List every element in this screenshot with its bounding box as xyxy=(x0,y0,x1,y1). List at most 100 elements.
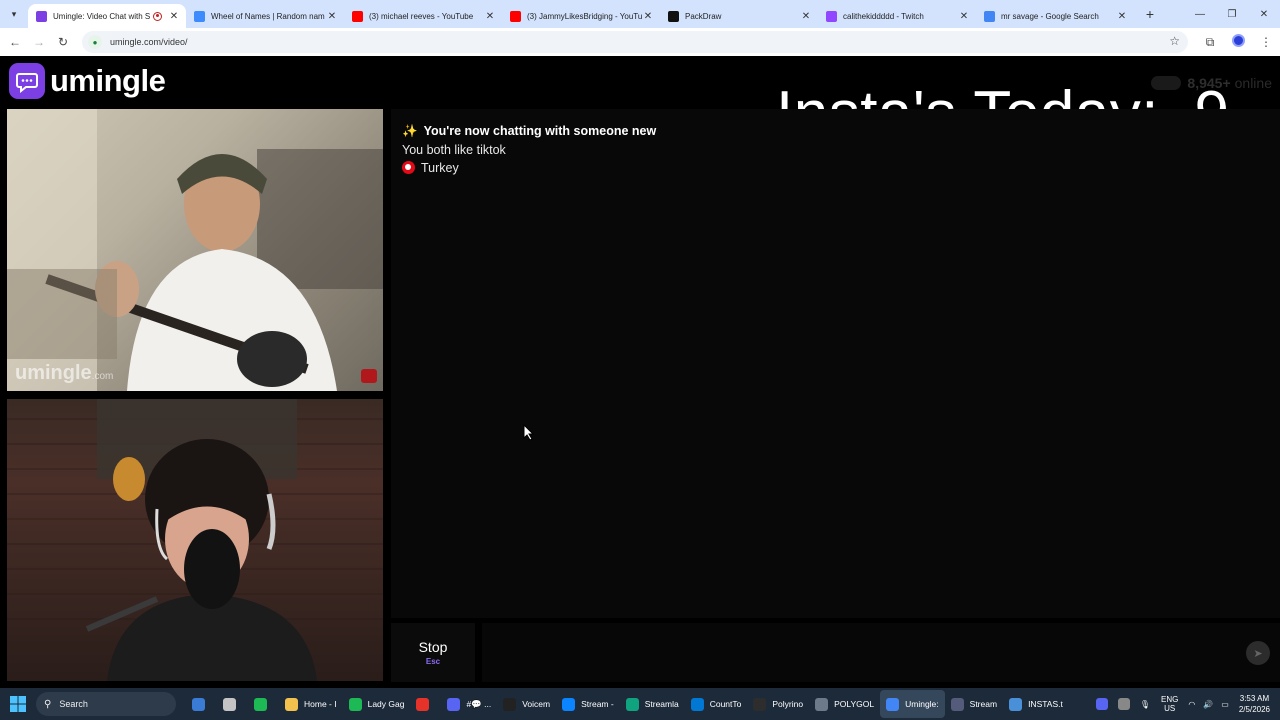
chat-country-line: Turkey xyxy=(402,161,459,175)
lang-top: ENG xyxy=(1161,695,1179,704)
clock-time: 3:53 AM xyxy=(1239,694,1270,703)
taskbar-app-label: #💬 ... xyxy=(466,698,492,709)
tab-close-icon[interactable]: ✕ xyxy=(168,11,180,22)
taskbar-search[interactable]: ⚲ Search xyxy=(36,692,176,716)
taskbar-app-label: CountTo xyxy=(709,699,742,709)
umingle-logo[interactable]: umingle xyxy=(9,63,166,99)
new-tab-button[interactable]: + xyxy=(1138,6,1162,22)
self-video-scene xyxy=(7,399,383,681)
taskbar-app[interactable]: POLYGOL xyxy=(809,690,880,718)
taskbar-app-label: Home - I xyxy=(304,699,337,709)
browser-menu-icon[interactable]: ⋮ xyxy=(1252,35,1280,49)
site-info-icon[interactable]: ● xyxy=(88,35,102,49)
browser-tab[interactable]: PackDraw ✕ xyxy=(660,4,818,28)
close-window-icon[interactable]: ✕ xyxy=(1248,0,1280,28)
taskbar-app[interactable]: #💬 ... xyxy=(441,690,497,718)
address-bar[interactable]: ● umingle.com/video/ ☆ xyxy=(82,31,1188,53)
watermark-text: umingle xyxy=(15,362,92,384)
forward-icon[interactable]: → xyxy=(27,30,51,54)
tab-close-icon[interactable]: ✕ xyxy=(326,11,338,22)
taskbar-app[interactable] xyxy=(186,690,217,718)
tab-title: Umingle: Video Chat with S xyxy=(53,11,151,21)
report-flag-icon[interactable] xyxy=(361,369,377,383)
stop-button[interactable]: Stop Esc xyxy=(391,623,475,682)
taskbar-app-icon xyxy=(503,697,517,711)
taskbar-app[interactable]: INSTAS.t xyxy=(1003,690,1069,718)
taskbar-app[interactable]: Stream - xyxy=(556,690,620,718)
clock-date: 2/5/2026 xyxy=(1238,705,1270,714)
taskbar-app-icon xyxy=(753,697,767,711)
browser-tab[interactable]: Umingle: Video Chat with S ✕ xyxy=(28,4,186,28)
lang-bottom: US xyxy=(1164,704,1176,713)
discord-tray-icon[interactable] xyxy=(1095,698,1108,710)
windows-start-icon[interactable] xyxy=(0,688,36,720)
minimize-icon[interactable]: — xyxy=(1184,0,1216,28)
taskbar-app[interactable]: CountTo xyxy=(685,690,748,718)
profile-avatar[interactable] xyxy=(1224,34,1252,50)
taskbar-app[interactable]: Voicem xyxy=(497,690,556,718)
extensions-icon[interactable]: ⧉ xyxy=(1196,35,1224,50)
stop-shortcut: Esc xyxy=(425,657,441,666)
taskbar-app-icon xyxy=(223,697,236,711)
taskbar-app[interactable]: Lady Gag xyxy=(343,690,411,718)
umingle-watermark: umingle.com xyxy=(15,362,113,385)
taskbar-app[interactable]: Polyrino xyxy=(747,690,809,718)
bookmark-star-icon[interactable]: ☆ xyxy=(1169,34,1180,48)
taskbar-app[interactable]: Stream xyxy=(945,690,1003,718)
taskbar-app-icon xyxy=(950,697,964,711)
taskbar-app[interactable] xyxy=(410,690,441,718)
taskbar-app[interactable] xyxy=(217,690,248,718)
reload-icon[interactable]: ↻ xyxy=(51,30,75,54)
browser-tab[interactable]: mr savage - Google Search ✕ xyxy=(976,4,1134,28)
taskbar-app-icon xyxy=(815,697,829,711)
taskbar-clock[interactable]: 3:53 AM 2/5/2026 xyxy=(1239,693,1270,715)
logo-text: umingle xyxy=(50,63,166,98)
volume-icon[interactable]: 🔊 xyxy=(1203,700,1213,709)
taskbar-app-icon xyxy=(192,697,205,711)
tab-search-chevron-icon[interactable]: ▾ xyxy=(0,0,28,28)
browser-tab[interactable]: calithekiddddd - Twitch ✕ xyxy=(818,4,976,28)
self-video xyxy=(7,399,383,681)
tab-close-icon[interactable]: ✕ xyxy=(484,11,496,22)
tab-title: PackDraw xyxy=(685,11,722,21)
taskbar-app-icon xyxy=(562,697,576,711)
chat-interest-line: You both like tiktok xyxy=(402,143,506,157)
taskbar-app[interactable]: Umingle: xyxy=(880,690,945,718)
taskbar-app-icon xyxy=(447,697,461,711)
taskbar-app[interactable] xyxy=(248,690,279,718)
taskbar-app-icon xyxy=(690,697,704,711)
message-input[interactable]: ➤ xyxy=(482,623,1280,682)
mouse-cursor-icon xyxy=(523,423,535,446)
taskbar-app[interactable]: Home - I xyxy=(279,690,343,718)
taskbar-app-label: POLYGOL xyxy=(834,699,875,709)
back-icon[interactable]: ← xyxy=(3,30,27,54)
browser-tab[interactable]: Wheel of Names | Random nam ✕ xyxy=(186,4,344,28)
taskbar-app-icon xyxy=(625,697,639,711)
taskbar-app-label: Umingle: xyxy=(905,699,939,709)
tab-favicon-icon xyxy=(984,10,995,22)
tab-close-icon[interactable]: ✕ xyxy=(800,11,812,22)
tab-title: calithekiddddd - Twitch xyxy=(843,11,924,21)
search-label: Search xyxy=(59,699,88,709)
battery-icon[interactable]: ▭ xyxy=(1221,700,1229,709)
browser-toolbar: ← → ↻ ● umingle.com/video/ ☆ ⧉ ⋮ xyxy=(0,28,1280,56)
tab-title: (3) JammyLikesBridging - YouTu xyxy=(527,11,642,21)
restore-icon[interactable]: ❐ xyxy=(1216,0,1248,28)
chat-status-line: ✨ You're now chatting with someone new xyxy=(402,124,656,139)
send-icon[interactable]: ➤ xyxy=(1246,641,1270,665)
taskbar-app-icon xyxy=(416,697,430,711)
taskbar-app-label: Stream xyxy=(969,699,998,709)
taskbar-app-label: Polyrino xyxy=(772,699,804,709)
wifi-icon[interactable]: ◠ xyxy=(1188,700,1195,709)
sync-tray-icon[interactable] xyxy=(1117,698,1130,710)
microphone-icon[interactable]: 🎙 xyxy=(1140,700,1150,709)
browser-tab[interactable]: (3) michael reeves - YouTube ✕ xyxy=(344,4,502,28)
browser-tab[interactable]: (3) JammyLikesBridging - YouTu ✕ xyxy=(502,4,660,28)
turkey-flag-icon xyxy=(402,161,415,174)
tab-close-icon[interactable]: ✕ xyxy=(958,11,970,22)
tab-close-icon[interactable]: ✕ xyxy=(642,11,654,22)
tab-close-icon[interactable]: ✕ xyxy=(1116,11,1128,22)
taskbar-app-label: INSTAS.t xyxy=(1028,699,1063,709)
language-indicator[interactable]: ENG US xyxy=(1161,695,1178,713)
taskbar-app[interactable]: Streamla xyxy=(620,690,685,718)
